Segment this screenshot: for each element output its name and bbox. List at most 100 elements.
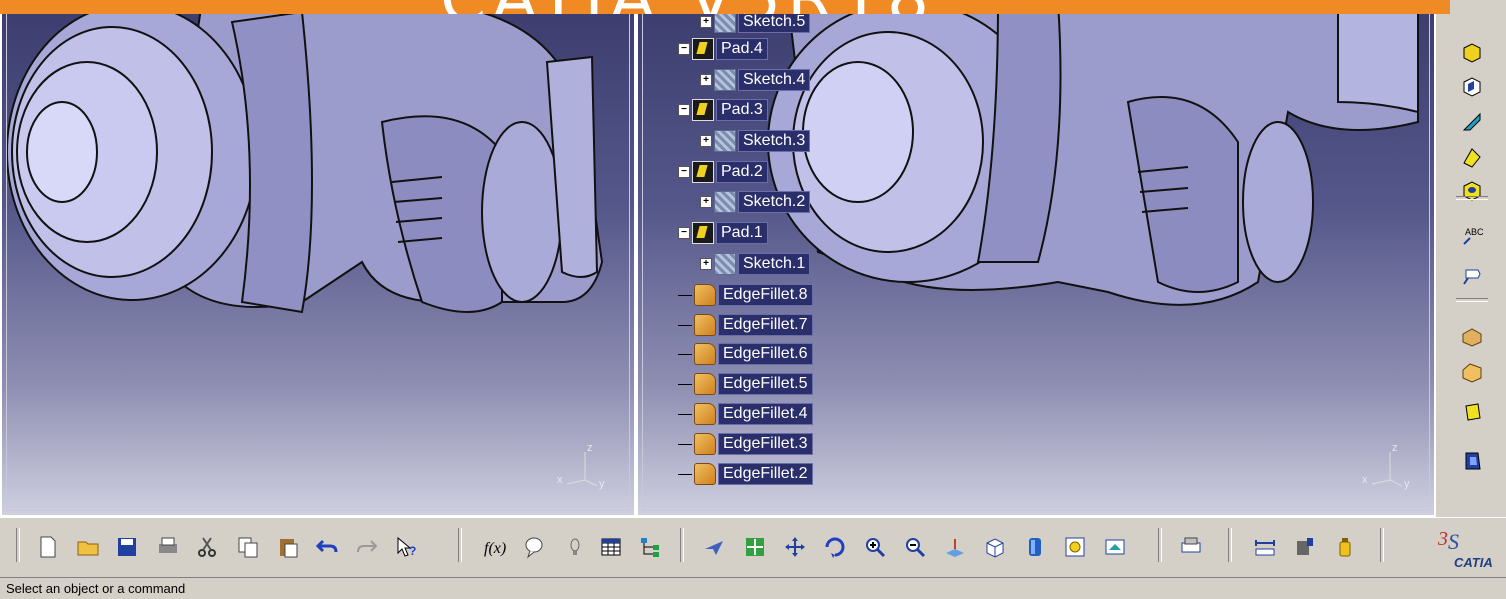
apply-material-icon[interactable]: [1291, 533, 1319, 561]
sketch-icon: [714, 191, 736, 213]
iso-view-icon[interactable]: [981, 533, 1009, 561]
undo-icon[interactable]: [313, 533, 341, 561]
svg-text:?: ?: [409, 544, 416, 558]
svg-text:f(x): f(x): [484, 540, 506, 557]
pan-icon[interactable]: [781, 533, 809, 561]
pad-icon: [692, 222, 714, 244]
edge-fillet-icon[interactable]: [1458, 322, 1486, 350]
print-icon[interactable]: [154, 533, 182, 561]
shaft-icon[interactable]: [1458, 108, 1486, 136]
table-icon[interactable]: [597, 533, 625, 561]
text-annotation-icon[interactable]: ABC: [1458, 222, 1486, 250]
status-message: Select an object or a command: [6, 581, 186, 596]
draft-icon[interactable]: [1458, 398, 1486, 426]
pad-icon[interactable]: [1458, 38, 1486, 66]
redo-icon[interactable]: [353, 533, 381, 561]
shading-icon[interactable]: [1021, 533, 1049, 561]
measure-icon[interactable]: [1177, 533, 1205, 561]
expand-icon[interactable]: +: [700, 196, 712, 208]
tree-icon[interactable]: [637, 533, 665, 561]
tree-connector: [678, 353, 692, 355]
zoom-out-icon[interactable]: [901, 533, 929, 561]
catia-logo: 3 S CATIA: [1430, 523, 1500, 573]
toolbar-separator: [1456, 196, 1488, 200]
zoom-in-icon[interactable]: [861, 533, 889, 561]
whats-this-icon[interactable]: ?: [393, 533, 421, 561]
tree-item-label: Sketch.5: [738, 11, 811, 33]
groove-icon[interactable]: [1458, 143, 1486, 171]
flag-note-icon[interactable]: [1458, 262, 1486, 290]
tree-item-fillet[interactable]: EdgeFillet.4: [678, 403, 813, 425]
tree-item-label: Sketch.4: [738, 69, 811, 91]
sketch-icon: [714, 130, 736, 152]
swap-visible-icon[interactable]: [1101, 533, 1129, 561]
tree-item-fillet[interactable]: EdgeFillet.7: [678, 314, 813, 336]
tree-item-sketch[interactable]: + Sketch.5: [700, 11, 811, 33]
paste-icon[interactable]: [274, 533, 302, 561]
tree-item-fillet[interactable]: EdgeFillet.6: [678, 343, 813, 365]
tree-item-sketch[interactable]: + Sketch.4: [700, 69, 811, 91]
expand-icon[interactable]: +: [700, 74, 712, 86]
tree-item-label: Pad.1: [716, 222, 768, 244]
fit-all-icon[interactable]: [741, 533, 769, 561]
new-icon[interactable]: [34, 533, 62, 561]
tree-item-label: EdgeFillet.8: [718, 284, 813, 306]
expand-icon[interactable]: +: [700, 16, 712, 28]
collapse-icon[interactable]: −: [678, 43, 690, 55]
compass-axis-left: z x y: [557, 442, 617, 502]
normal-view-icon[interactable]: [941, 533, 969, 561]
light-icon[interactable]: [561, 533, 589, 561]
tree-item-pad[interactable]: − Pad.3: [678, 99, 768, 121]
tree-item-fillet[interactable]: EdgeFillet.8: [678, 284, 813, 306]
tree-item-pad[interactable]: − Pad.4: [678, 38, 768, 60]
copy-icon[interactable]: [234, 533, 262, 561]
fillet-icon: [694, 314, 716, 336]
open-icon[interactable]: [74, 533, 102, 561]
tree-item-label: EdgeFillet.3: [718, 433, 813, 455]
collapse-icon[interactable]: −: [678, 227, 690, 239]
fillet-icon: [694, 284, 716, 306]
save-icon[interactable]: [113, 533, 141, 561]
tree-item-label: Sketch.3: [738, 130, 811, 152]
expand-icon[interactable]: +: [700, 258, 712, 270]
title-banner: CATIA V5R18: [0, 0, 1450, 14]
fillet-icon: [694, 343, 716, 365]
collapse-icon[interactable]: −: [678, 104, 690, 116]
rotate-icon[interactable]: [821, 533, 849, 561]
tree-connector: [678, 443, 692, 445]
fillet-icon: [694, 403, 716, 425]
tree-item-pad[interactable]: − Pad.1: [678, 222, 768, 244]
cut-icon[interactable]: [193, 533, 221, 561]
chamfer-icon[interactable]: [1458, 358, 1486, 386]
fly-mode-icon[interactable]: [700, 533, 728, 561]
pocket-icon[interactable]: [1458, 72, 1486, 100]
expand-icon[interactable]: +: [700, 135, 712, 147]
tree-item-label: Sketch.2: [738, 191, 811, 213]
tree-item-sketch[interactable]: + Sketch.1: [700, 253, 811, 275]
axis-z-label: z: [587, 442, 593, 454]
compass-axis-right: z x y: [1362, 442, 1422, 502]
collapse-icon[interactable]: −: [678, 166, 690, 178]
tree-item-sketch[interactable]: + Sketch.2: [700, 191, 811, 213]
tree-item-label: EdgeFillet.6: [718, 343, 813, 365]
tree-connector: [678, 413, 692, 415]
tree-item-fillet[interactable]: EdgeFillet.5: [678, 373, 813, 395]
left-3d-viewport[interactable]: z x y: [0, 0, 636, 517]
tree-item-pad[interactable]: − Pad.2: [678, 161, 768, 183]
measure-between-icon[interactable]: [1251, 533, 1279, 561]
formula-icon[interactable]: f(x): [481, 533, 509, 561]
tree-item-fillet[interactable]: EdgeFillet.2: [678, 463, 813, 485]
right-3d-viewport[interactable]: + Sketch.5 − Pad.4 + Sketch.4 − Pad.3 + Sketch.3 −…: [636, 0, 1436, 517]
crankshaft-model-left[interactable]: [2, 2, 636, 517]
pad-icon: [692, 38, 714, 60]
knowledge-icon[interactable]: [521, 533, 549, 561]
tree-item-label: EdgeFillet.5: [718, 373, 813, 395]
shell-icon[interactable]: [1458, 447, 1486, 475]
tree-item-fillet[interactable]: EdgeFillet.3: [678, 433, 813, 455]
hide-show-icon[interactable]: [1061, 533, 1089, 561]
tree-item-label: EdgeFillet.4: [718, 403, 813, 425]
tree-connector: [678, 324, 692, 326]
tree-item-sketch[interactable]: + Sketch.3: [700, 130, 811, 152]
tree-item-label: Pad.2: [716, 161, 768, 183]
bottle-icon[interactable]: [1331, 533, 1359, 561]
